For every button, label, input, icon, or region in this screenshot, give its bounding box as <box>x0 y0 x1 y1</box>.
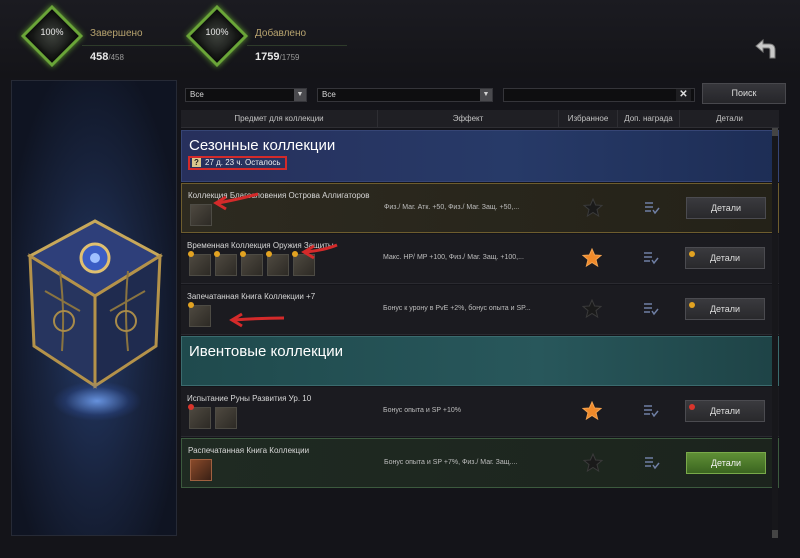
reward-icon[interactable] <box>641 300 659 318</box>
clear-search-button[interactable]: ✕ <box>676 89 691 101</box>
column-details: Детали <box>716 114 743 123</box>
collection-list-panel: Все ▼ Все ▼ ✕ Поиск Предмет для коллекци… <box>181 80 786 540</box>
back-arrow-icon[interactable] <box>752 36 778 62</box>
item-slot[interactable] <box>190 204 212 226</box>
question-icon: ? <box>192 158 201 168</box>
status-dot <box>188 404 194 410</box>
added-count: 1759 <box>255 51 280 63</box>
collection-name: Временная Коллекция Оружия Защиты <box>187 241 334 250</box>
added-total: /1759 <box>279 53 300 62</box>
details-button-label: Детали <box>709 253 741 263</box>
collection-effect: Макс. HP/ MP +100, Физ./ Маг. Защ. +100,… <box>383 254 524 261</box>
collection-name: Запечатанная Книга Коллекции +7 <box>187 292 316 301</box>
column-effect: Эффект <box>378 110 559 128</box>
column-favorite: Избранное <box>559 110 618 128</box>
filter-bar: Все ▼ Все ▼ ✕ Поиск <box>181 80 786 108</box>
seasonal-section-header: Сезонные коллекции ? 27 д. 23 ч. Осталось <box>181 130 779 182</box>
season-timer-text: 27 д. 23 ч. Осталось <box>205 158 281 167</box>
details-button[interactable]: Детали <box>686 452 766 474</box>
status-dot <box>292 251 298 257</box>
item-slot[interactable] <box>240 251 263 276</box>
reward-icon[interactable] <box>642 199 660 217</box>
search-input[interactable] <box>503 88 695 102</box>
collection-effect: Бонус опыта и SP +10% <box>383 407 462 414</box>
chevron-down-icon[interactable]: ▼ <box>480 89 492 101</box>
status-dot <box>188 302 194 308</box>
category-select[interactable]: Все ▼ <box>185 88 307 102</box>
details-button-label: Детали <box>709 304 741 314</box>
completed-value: 458/458 <box>90 51 124 63</box>
season-timer: ? 27 д. 23 ч. Осталось <box>188 156 287 170</box>
completed-divider <box>82 45 192 46</box>
column-reward: Доп. награда <box>618 110 680 128</box>
collection-effect: Физ./ Маг. Атк. +50, Физ./ Маг. Защ. +50… <box>384 204 520 211</box>
top-bar: 100% Завершено 458/458 100% Добавлено 17… <box>0 0 800 78</box>
reward-icon[interactable] <box>641 402 659 420</box>
scrollbar[interactable] <box>772 128 778 538</box>
item-slot[interactable] <box>190 459 212 481</box>
collection-effect: Бонус опыта и SP +7%, Физ./ Маг. Защ.... <box>384 459 518 466</box>
item-slot[interactable] <box>188 302 211 327</box>
status-dot <box>689 404 695 410</box>
table-row[interactable]: Распечатанная Книга Коллекции Бонус опыт… <box>181 438 779 488</box>
completed-percent: 100% <box>40 27 64 37</box>
scroll-up-icon[interactable] <box>772 128 778 136</box>
table-row[interactable]: Запечатанная Книга Коллекции +7 Бонус к … <box>181 285 779 335</box>
event-section-header: Ивентовые коллекции <box>181 336 779 386</box>
event-section-title: Ивентовые коллекции <box>189 343 344 360</box>
completed-label: Завершено <box>90 28 143 39</box>
chevron-down-icon[interactable]: ▼ <box>294 89 306 101</box>
item-slot[interactable] <box>292 251 315 276</box>
scroll-down-icon[interactable] <box>772 530 778 538</box>
item-slot[interactable] <box>266 251 289 276</box>
cube-glow <box>52 381 142 421</box>
details-button[interactable]: Детали <box>685 298 765 320</box>
added-label: Добавлено <box>255 28 307 39</box>
column-item: Предмет для коллекции <box>181 110 378 128</box>
effect-select[interactable]: Все ▼ <box>317 88 493 102</box>
table-header: Предмет для коллекции Эффект Избранное Д… <box>181 110 779 128</box>
category-select-value: Все <box>190 90 204 99</box>
seasonal-section-title: Сезонные коллекции <box>189 137 336 154</box>
item-slot[interactable] <box>188 404 211 429</box>
added-value: 1759/1759 <box>255 51 300 63</box>
details-button[interactable]: Детали <box>686 197 766 219</box>
item-slot[interactable] <box>188 251 211 276</box>
reward-icon[interactable] <box>641 249 659 267</box>
status-dot <box>240 251 246 257</box>
favorite-star-icon[interactable] <box>582 401 602 421</box>
status-dot <box>188 251 194 257</box>
favorite-star-icon[interactable] <box>583 198 603 218</box>
completed-total: /458 <box>108 53 124 62</box>
reward-icon[interactable] <box>642 454 660 472</box>
status-dot <box>689 251 695 257</box>
added-divider <box>247 45 347 46</box>
details-button[interactable]: Детали <box>685 400 765 422</box>
cube-artifact-icon <box>26 219 164 389</box>
favorite-star-icon[interactable] <box>582 299 602 319</box>
favorite-star-icon[interactable] <box>582 248 602 268</box>
completed-count: 458 <box>90 51 109 63</box>
table-row[interactable]: Временная Коллекция Оружия Защиты Макс. … <box>181 234 779 284</box>
item-slot[interactable] <box>215 407 237 429</box>
added-percent: 100% <box>205 27 229 37</box>
status-dot <box>266 251 272 257</box>
details-button-label: Детали <box>709 406 741 416</box>
effect-select-value: Все <box>322 90 336 99</box>
item-slot[interactable] <box>214 251 237 276</box>
table-row[interactable]: Испытание Руны Развития Ур. 10 Бонус опы… <box>181 387 779 437</box>
status-dot <box>214 251 220 257</box>
status-dot <box>689 302 695 308</box>
favorite-star-icon[interactable] <box>583 453 603 473</box>
collection-name: Распечатанная Книга Коллекции <box>188 446 310 455</box>
collection-effect: Бонус к урону в PvE +2%, бонус опыта и S… <box>383 305 531 312</box>
collection-name: Испытание Руны Развития Ур. 10 <box>187 394 312 403</box>
details-button[interactable]: Детали <box>685 247 765 269</box>
collection-art-panel <box>11 80 177 536</box>
collection-name: Коллекция Благословения Острова Аллигато… <box>188 191 370 200</box>
table-row[interactable]: Коллекция Благословения Острова Аллигато… <box>181 183 779 233</box>
search-button[interactable]: Поиск <box>702 83 786 104</box>
